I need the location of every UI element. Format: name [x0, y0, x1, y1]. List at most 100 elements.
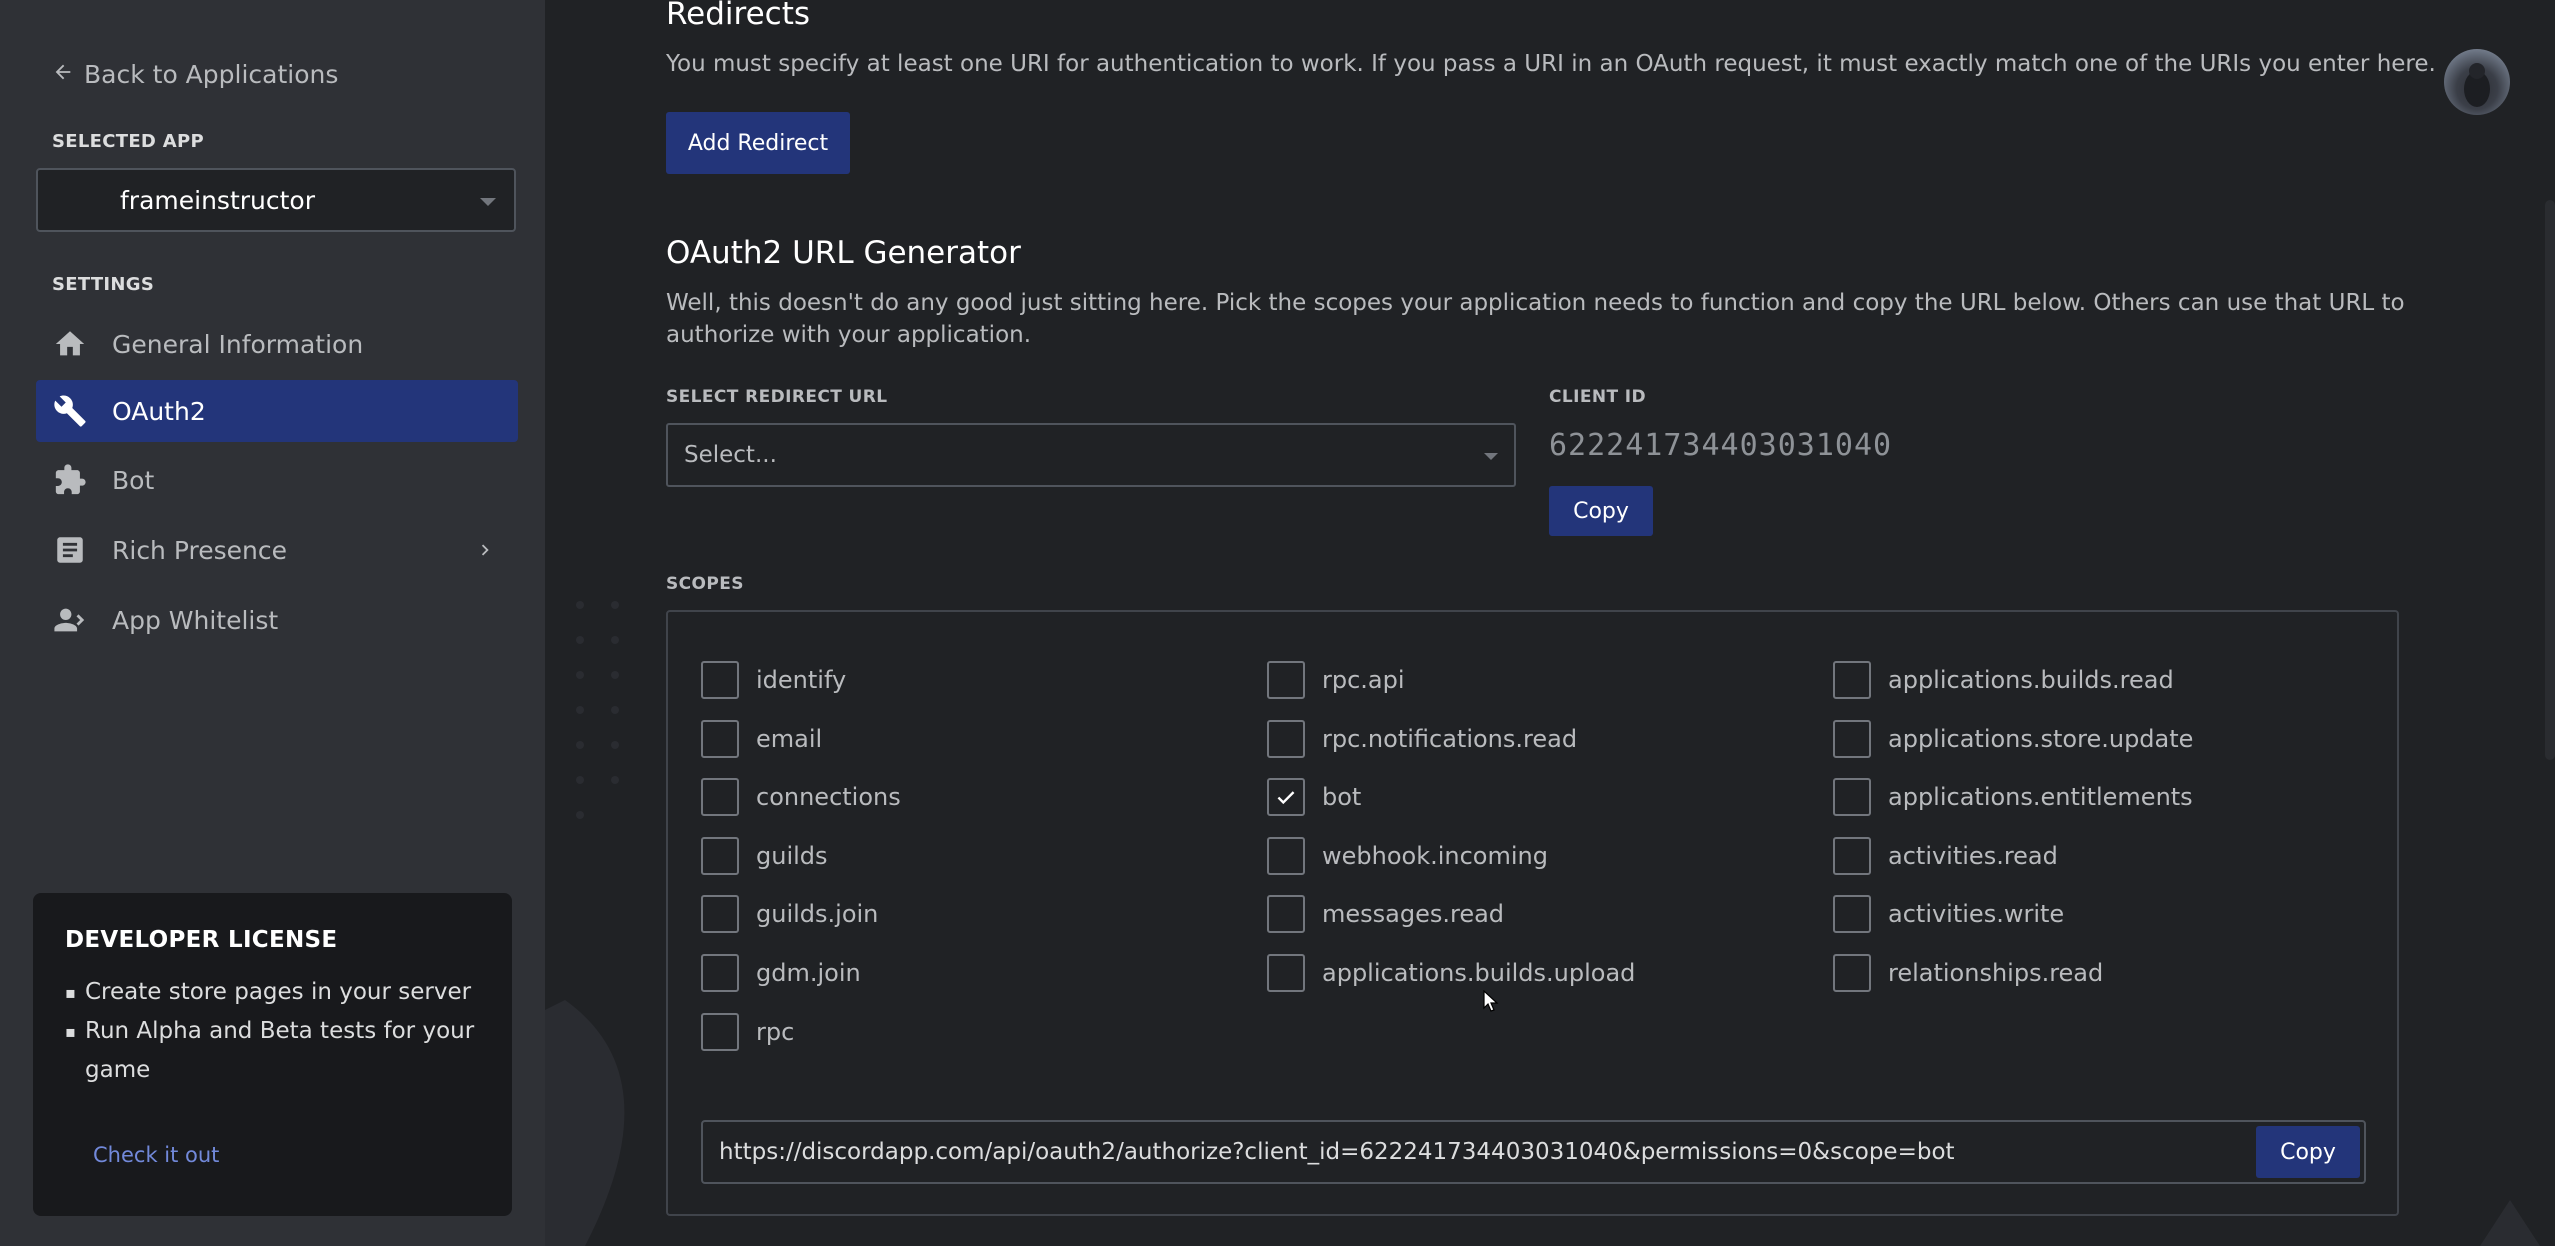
list-item: Run Alpha and Beta tests for your game: [65, 1012, 480, 1090]
scopes-panel: identify email connections guilds guilds…: [666, 610, 2399, 1216]
oauth2-generator-title: OAuth2 URL Generator: [666, 235, 1021, 271]
selected-app-heading: SELECTED APP: [52, 131, 204, 152]
copy-url-button[interactable]: Copy: [2256, 1126, 2360, 1178]
scope-relationships-read[interactable]: relationships.read: [1833, 954, 2103, 992]
scope-label: rpc: [756, 1018, 795, 1046]
scope-identify[interactable]: identify: [701, 661, 846, 699]
add-redirect-button[interactable]: Add Redirect: [666, 112, 850, 174]
checkbox[interactable]: [1833, 778, 1871, 816]
scope-label: applications.builds.upload: [1322, 959, 1636, 987]
checkbox[interactable]: [1833, 720, 1871, 758]
document-icon: [52, 532, 88, 568]
checkbox[interactable]: [1267, 837, 1305, 875]
checkbox[interactable]: [1267, 661, 1305, 699]
checkbox[interactable]: [701, 1013, 739, 1051]
chevron-right-icon: [481, 544, 489, 556]
scope-activities-read[interactable]: activities.read: [1833, 837, 2058, 875]
scope-label: applications.builds.read: [1888, 666, 2174, 694]
checkbox[interactable]: [701, 895, 739, 933]
app-selector-value: frameinstructor: [120, 185, 315, 215]
redirect-url-placeholder: Select...: [684, 442, 777, 468]
checkmark-icon: [1277, 791, 1295, 805]
scope-applications-entitlements[interactable]: applications.entitlements: [1833, 778, 2193, 816]
redirect-url-select[interactable]: Select...: [666, 423, 1516, 487]
checkbox[interactable]: [1267, 895, 1305, 933]
sidebar-item-label: Rich Presence: [112, 535, 287, 565]
scope-label: applications.store.update: [1888, 725, 2194, 753]
scope-label: relationships.read: [1888, 959, 2104, 987]
scope-label: bot: [1322, 783, 1362, 811]
sidebar: Back to Applications SELECTED APP framei…: [0, 0, 545, 1246]
sidebar-item-rich-presence[interactable]: Rich Presence: [36, 519, 518, 581]
scope-rpc[interactable]: rpc: [701, 1013, 794, 1051]
home-icon: [52, 326, 88, 362]
sidebar-item-label: App Whitelist: [112, 605, 279, 635]
scope-label: messages.read: [1322, 900, 1505, 928]
back-to-applications-link[interactable]: Back to Applications: [52, 58, 338, 90]
generated-url-field[interactable]: https://discordapp.com/api/oauth2/author…: [701, 1120, 2366, 1184]
main-content: Redirects You must specify at least one …: [545, 0, 2555, 1246]
license-bullets: Create store pages in your server Run Al…: [65, 973, 480, 1090]
sidebar-item-general-information[interactable]: General Information: [36, 313, 518, 375]
scope-applications-builds-upload[interactable]: applications.builds.upload: [1267, 954, 1635, 992]
scope-label: webhook.incoming: [1322, 842, 1548, 870]
checkbox-checked[interactable]: [1267, 778, 1305, 816]
scope-applications-builds-read[interactable]: applications.builds.read: [1833, 661, 2174, 699]
checkbox[interactable]: [701, 954, 739, 992]
scope-applications-store-update[interactable]: applications.store.update: [1833, 720, 2193, 758]
check-it-out-link[interactable]: Check it out: [93, 1143, 219, 1167]
scope-label: email: [756, 725, 823, 753]
sidebar-item-oauth2[interactable]: OAuth2: [36, 380, 518, 442]
oauth2-generator-description: Well, this doesn't do any good just sitt…: [666, 290, 2405, 348]
checkbox[interactable]: [701, 661, 739, 699]
generated-url-text: https://discordapp.com/api/oauth2/author…: [719, 1139, 1955, 1165]
wrench-icon: [52, 393, 88, 429]
scope-guilds[interactable]: guilds: [701, 837, 828, 875]
sidebar-item-app-whitelist[interactable]: App Whitelist: [36, 589, 518, 651]
person-icon: [52, 602, 88, 638]
checkbox[interactable]: [1833, 837, 1871, 875]
copy-client-id-button[interactable]: Copy: [1549, 486, 1653, 536]
checkbox[interactable]: [701, 778, 739, 816]
scope-guilds-join[interactable]: guilds.join: [701, 895, 878, 933]
sidebar-item-label: Bot: [112, 465, 155, 495]
sidebar-item-label: General Information: [112, 329, 364, 359]
checkbox[interactable]: [1267, 954, 1305, 992]
scope-label: rpc.notifications.read: [1322, 725, 1578, 753]
scope-gdm-join[interactable]: gdm.join: [701, 954, 861, 992]
checkbox[interactable]: [1833, 895, 1871, 933]
puzzle-icon: [52, 462, 88, 498]
caret-down-icon: [480, 198, 496, 206]
sidebar-item-label: OAuth2: [112, 396, 206, 426]
scope-label: applications.entitlements: [1888, 783, 2193, 811]
scope-bot[interactable]: bot: [1267, 778, 1361, 816]
client-id-value: 622241734403031040: [1549, 428, 1893, 463]
scrollbar[interactable]: [2545, 200, 2555, 760]
scope-messages-read[interactable]: messages.read: [1267, 895, 1504, 933]
client-id-label: CLIENT ID: [1549, 387, 1647, 407]
scope-label: activities.read: [1888, 842, 2058, 870]
scope-email[interactable]: email: [701, 720, 822, 758]
scopes-label: SCOPES: [666, 574, 744, 594]
list-item: Create store pages in your server: [65, 973, 480, 1012]
scope-rpc-api[interactable]: rpc.api: [1267, 661, 1405, 699]
scope-webhook-incoming[interactable]: webhook.incoming: [1267, 837, 1548, 875]
settings-heading: SETTINGS: [52, 274, 155, 295]
scope-label: guilds.join: [756, 900, 879, 928]
scope-label: rpc.api: [1322, 666, 1405, 694]
checkbox[interactable]: [1833, 954, 1871, 992]
app-selector[interactable]: frameinstructor: [36, 168, 516, 232]
checkbox[interactable]: [1267, 720, 1305, 758]
scope-activities-write[interactable]: activities.write: [1833, 895, 2064, 933]
redirect-url-label: SELECT REDIRECT URL: [666, 387, 888, 407]
scope-rpc-notifications-read[interactable]: rpc.notifications.read: [1267, 720, 1577, 758]
checkbox[interactable]: [1833, 661, 1871, 699]
checkbox[interactable]: [701, 720, 739, 758]
developer-license-card: DEVELOPER LICENSE Create store pages in …: [33, 893, 512, 1216]
mouse-cursor-icon: [1483, 990, 1499, 1012]
sidebar-item-bot[interactable]: Bot: [36, 449, 518, 511]
caret-down-icon: [1484, 453, 1498, 460]
scope-connections[interactable]: connections: [701, 778, 901, 816]
checkbox[interactable]: [701, 837, 739, 875]
redirects-title: Redirects: [666, 0, 810, 32]
